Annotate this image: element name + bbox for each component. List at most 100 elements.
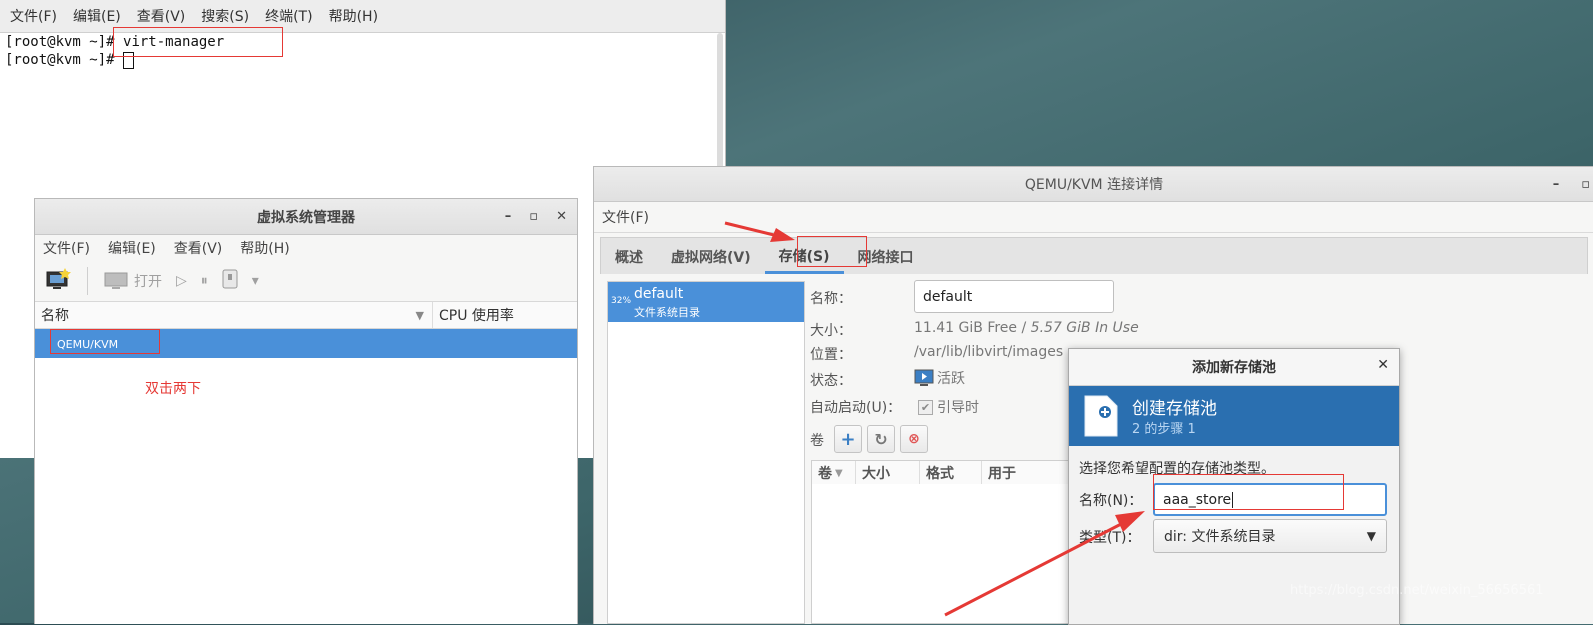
autostart-label: 自动启动(U)： xyxy=(810,400,902,416)
terminal-line-2: [root@kvm ~]# xyxy=(5,51,710,69)
watermark: https://blog.csdn.net/weixin_56656561 xyxy=(1290,583,1544,598)
delete-icon: ⊗ xyxy=(908,431,920,447)
column-volume-label: 卷 xyxy=(818,466,832,482)
highlight-box-name-input xyxy=(1153,474,1344,510)
prompt: [root@kvm ~]# xyxy=(5,34,115,50)
terminal-menu-file[interactable]: 文件(F) xyxy=(10,6,57,26)
highlight-box-connection xyxy=(50,329,160,354)
volumes-label: 卷 xyxy=(810,433,824,449)
minimize-icon[interactable]: – xyxy=(505,209,512,224)
sort-arrow-icon: ▼ xyxy=(835,467,843,479)
column-size[interactable]: 大小 xyxy=(856,461,920,485)
terminal-line-1: [root@kvm ~]# virt-manager xyxy=(5,33,710,51)
storage-pool-list: 32% default 文件系统目录 xyxy=(607,281,805,624)
pool-usage-percent: 32% xyxy=(611,296,632,306)
delete-volume-button[interactable]: ⊗ xyxy=(900,425,928,453)
new-document-icon xyxy=(1084,395,1118,437)
size-free: 11.41 GiB Free / xyxy=(914,320,1031,336)
new-vm-icon xyxy=(46,268,71,289)
terminal-menu-help[interactable]: 帮助(H) xyxy=(329,6,378,26)
dialog-step: 2 的步骤 1 xyxy=(1132,422,1196,437)
column-cpu[interactable]: CPU 使用率 xyxy=(433,302,577,328)
menu-view[interactable]: 查看(V) xyxy=(174,238,223,258)
autostart-text: 引导时 xyxy=(937,400,979,416)
tab-bar: 概述 虚拟网络(V) 存储(S) 网络接口 xyxy=(600,237,1588,274)
column-name[interactable]: 名称 ▼ xyxy=(35,302,433,328)
checkbox-checked-icon: ✔ xyxy=(918,399,933,415)
state-label: 状态： xyxy=(810,373,852,389)
dialog-titlebar[interactable]: 添加新存储池 ✕ xyxy=(1069,349,1399,386)
menu-help[interactable]: 帮助(H) xyxy=(240,238,289,258)
size-value: 11.41 GiB Free / 5.57 GiB In Use xyxy=(914,320,1139,336)
pool-name: default xyxy=(634,286,684,302)
menubar: 文件(F) 编辑(E) 查看(V) 帮助(H) xyxy=(35,235,577,261)
refresh-volumes-button[interactable]: ↻ xyxy=(867,425,895,453)
toolbar: 打开 ▷ ⏸ ▾ xyxy=(35,261,577,302)
name-label: 名称(N)： xyxy=(1079,493,1143,509)
column-volume[interactable]: 卷 ▼ xyxy=(812,461,856,485)
terminal-menu-view[interactable]: 查看(V) xyxy=(137,6,186,26)
window-titlebar[interactable]: 虚拟系统管理器 – ▫ ✕ xyxy=(35,199,577,235)
tab-virtual-networks[interactable]: 虚拟网络(V) xyxy=(657,240,765,274)
chevron-down-icon[interactable]: ▾ xyxy=(252,273,259,289)
pool-type: 文件系统目录 xyxy=(634,306,700,319)
pool-name-field[interactable]: default xyxy=(914,280,1114,313)
storage-pool-row[interactable]: 32% default 文件系统目录 xyxy=(608,282,804,322)
highlight-box-command xyxy=(113,27,283,57)
window-title: 虚拟系统管理器 xyxy=(257,209,355,226)
column-name-label: 名称 xyxy=(41,308,69,324)
window-titlebar[interactable]: QEMU/KVM 连接详情 – ▫ xyxy=(594,167,1593,202)
location-label: 位置： xyxy=(810,347,852,363)
refresh-icon: ↻ xyxy=(874,429,888,449)
maximize-icon[interactable]: ▫ xyxy=(529,209,538,224)
maximize-icon[interactable]: ▫ xyxy=(1581,177,1590,192)
sort-arrow-icon: ▼ xyxy=(415,308,424,322)
state-value: 活跃 xyxy=(914,368,965,388)
pool-type-value: dir: 文件系统目录 xyxy=(1164,529,1276,545)
connection-list-empty-area[interactable]: 双击两下 xyxy=(35,358,577,624)
toolbar-separator xyxy=(87,267,88,295)
dropdown-arrow-icon: ▼ xyxy=(1366,529,1376,543)
terminal-menu-edit[interactable]: 编辑(E) xyxy=(73,6,121,26)
pool-type-select[interactable]: dir: 文件系统目录 ▼ xyxy=(1153,519,1387,553)
type-label: 类型(T)： xyxy=(1079,530,1141,546)
terminal-menubar: 文件(F) 编辑(E) 查看(V) 搜索(S) 终端(T) 帮助(H) xyxy=(0,0,725,33)
run-icon[interactable]: ▷ xyxy=(176,273,187,289)
add-volume-button[interactable]: + xyxy=(834,425,862,453)
close-icon[interactable]: ✕ xyxy=(556,209,567,224)
terminal-menu-search[interactable]: 搜索(S) xyxy=(201,6,249,26)
size-used: 5.57 GiB In Use xyxy=(1030,320,1139,336)
state-active-icon xyxy=(914,369,934,386)
annotation-text: 双击两下 xyxy=(145,381,201,397)
dialog-header-banner: 创建存储池 2 的步骤 1 xyxy=(1069,386,1399,446)
menubar: 文件(F) xyxy=(594,202,1593,233)
location-value: /var/lib/libvirt/images xyxy=(914,344,1064,360)
plus-icon: + xyxy=(840,428,856,450)
name-label: 名称： xyxy=(810,291,852,307)
window-title: QEMU/KVM 连接详情 xyxy=(1024,177,1164,193)
close-icon[interactable]: ✕ xyxy=(1377,357,1389,373)
column-cpu-label: CPU 使用率 xyxy=(439,308,514,324)
terminal-menu-terminal[interactable]: 终端(T) xyxy=(265,6,312,26)
shutdown-icon[interactable] xyxy=(222,269,238,293)
dialog-title: 添加新存储池 xyxy=(1192,360,1276,376)
menu-file[interactable]: 文件(F) xyxy=(43,238,90,258)
new-vm-button[interactable] xyxy=(45,267,71,295)
pause-icon[interactable]: ⏸ xyxy=(201,273,208,289)
size-label: 大小： xyxy=(810,323,852,339)
open-label: 打开 xyxy=(134,274,162,290)
minimize-icon[interactable]: – xyxy=(1553,177,1560,192)
menu-edit[interactable]: 编辑(E) xyxy=(108,238,156,258)
monitor-icon xyxy=(104,272,128,289)
menu-file[interactable]: 文件(F) xyxy=(602,207,649,227)
dialog-heading: 创建存储池 xyxy=(1132,399,1217,419)
virt-manager-window: 虚拟系统管理器 – ▫ ✕ 文件(F) 编辑(E) 查看(V) 帮助(H) 打开… xyxy=(34,198,578,624)
tab-overview[interactable]: 概述 xyxy=(601,240,657,274)
column-format[interactable]: 格式 xyxy=(920,461,982,485)
list-header: 名称 ▼ CPU 使用率 xyxy=(35,302,577,329)
state-text: 活跃 xyxy=(937,371,965,387)
highlight-box-storage-tab xyxy=(797,236,867,267)
open-button[interactable]: 打开 xyxy=(104,271,162,291)
autostart-checkbox[interactable]: ✔ 引导时 xyxy=(918,397,979,417)
prompt: [root@kvm ~]# xyxy=(5,52,115,68)
